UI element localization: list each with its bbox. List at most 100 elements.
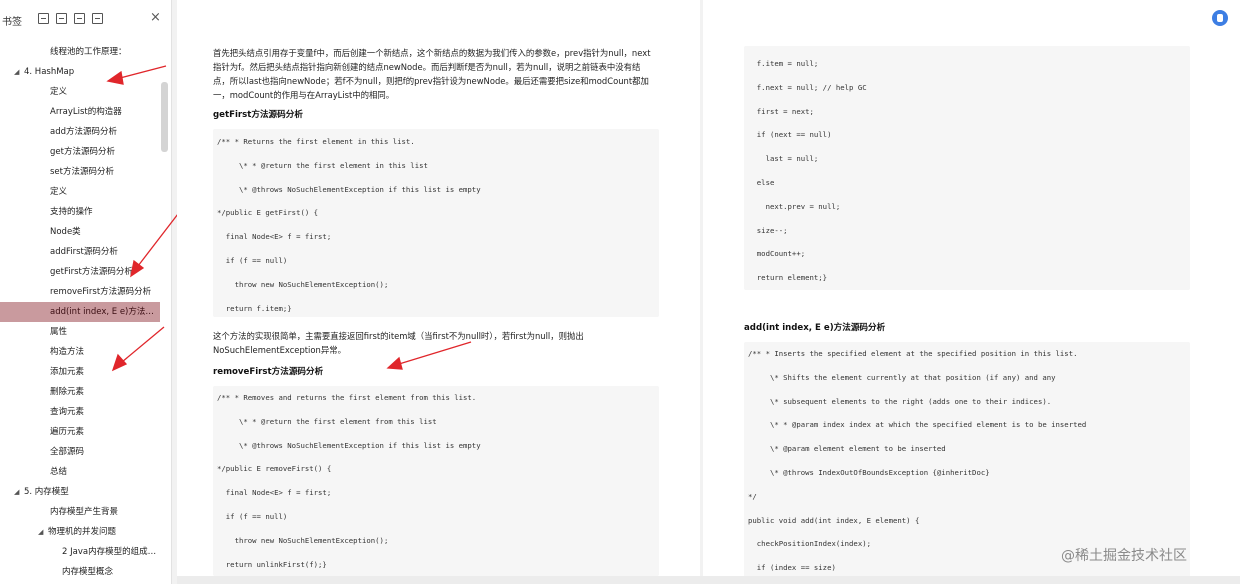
sidebar-scrollbar[interactable] [160, 42, 169, 582]
code-line: \* @param element element to be inserted [748, 444, 946, 454]
sidebar-scrollbar-thumb[interactable] [161, 82, 168, 152]
sidebar-item[interactable]: 添加元素 [0, 362, 160, 382]
sidebar-item[interactable]: 内存模型产生背景 [0, 502, 160, 522]
sidebar-item-label: getFirst方法源码分析 [50, 267, 133, 277]
code-line: size--; [748, 225, 788, 235]
text-line: NoSuchElementException异常。 [213, 345, 346, 355]
sidebar-item-label: 总结 [50, 467, 68, 477]
sidebar-item-label: 遍历元素 [50, 427, 85, 437]
sidebar-item-label: 5. 内存模型 [24, 487, 69, 497]
code-line: last = null; [748, 154, 819, 164]
code-line: f.next = null; // help GC [748, 82, 867, 92]
code-line: \* Shifts the element currently at that … [748, 372, 1056, 382]
sidebar-item-label: 属性 [50, 327, 68, 337]
sidebar-item-label: add(int index, E e)方法源码分析 [50, 307, 160, 317]
sidebar-item-label: 物理机的并发问题 [48, 527, 117, 537]
text-line: 点，所以last也指向newNode；若f不为null，则把f的prev指针设为… [213, 76, 649, 86]
text-line: 一，modCount的作用与在ArrayList中的相同。 [213, 90, 395, 100]
sidebar-item-label: get方法源码分析 [50, 147, 115, 157]
code-line: \* @throws IndexOutOfBoundsException {@i… [748, 468, 990, 477]
expand-toggle-icon[interactable]: ◢ [38, 522, 48, 542]
code-line: \* * @return the first element from this… [217, 416, 437, 426]
sidebar-item[interactable]: get方法源码分析 [0, 142, 160, 162]
close-icon[interactable]: × [150, 10, 161, 26]
sidebar-item[interactable]: ◢ 物理机的并发问题 [0, 522, 160, 542]
text-line: 首先把头结点引用存于变量f中，而后创建一个新结点，这个新结点的数据为我们传入的参… [213, 48, 651, 58]
code-line: throw new NoSuchElementException(); [217, 535, 389, 545]
code-line: first = next; [748, 106, 814, 116]
add-bookmark-icon[interactable] [74, 13, 85, 24]
sidebar-title: 书签 [2, 17, 22, 28]
sidebar-item[interactable]: ◢ 4. HashMap [0, 62, 160, 82]
sidebar-item[interactable]: removeFirst方法源码分析 [0, 282, 160, 302]
sidebar-item-label: 全部源码 [50, 447, 85, 457]
text-line: 指针为f。然后把头结点指针指向新创建的结点newNode。而后判断f是否为nul… [213, 62, 641, 72]
code-line: /** * Inserts the specified element at t… [748, 349, 1078, 358]
code-line: next.prev = null; [748, 201, 841, 211]
code-line: else [748, 178, 775, 187]
expand-toggle-icon[interactable]: ◢ [14, 62, 24, 82]
sidebar-item-label: set方法源码分析 [50, 167, 114, 177]
expand-all-icon[interactable] [38, 13, 49, 24]
sidebar-item-label: 线程池的工作原理： [50, 47, 127, 57]
code-line: final Node<E> f = first; [217, 488, 332, 498]
sidebar-item[interactable]: 线程池的工作原理： [0, 42, 160, 62]
sidebar-item-label: 定义 [50, 187, 68, 197]
sidebar-item[interactable]: 构造方法 [0, 342, 160, 362]
collapse-all-icon[interactable] [56, 13, 67, 24]
sidebar-item-label: 内存模型概念 [62, 567, 114, 577]
code-line: /** * Returns the first element in this … [217, 137, 415, 146]
sidebar-item[interactable]: 删除元素 [0, 382, 160, 402]
heading-removefirst: removeFirst方法源码分析 [213, 367, 324, 377]
sidebar-item-label: 4. HashMap [24, 67, 75, 77]
sidebar-item[interactable]: add(int index, E e)方法源码分析 [0, 302, 160, 322]
sidebar-item[interactable]: 定义 [0, 82, 160, 102]
code-line: \* @throws NoSuchElementException if thi… [217, 184, 481, 194]
sidebar-item-label: addFirst源码分析 [50, 247, 118, 257]
sidebar-item-label: 支持的操作 [50, 207, 93, 217]
document-page-right: f.item = null; f.next = null; // help GC… [703, 0, 1240, 584]
sidebar-item[interactable]: 支持的操作 [0, 202, 160, 222]
sidebar-item[interactable]: add方法源码分析 [0, 122, 160, 142]
heading-getfirst: getFirst方法源码分析 [213, 110, 303, 120]
sidebar-item-label: 查询元素 [50, 407, 85, 417]
paragraph-getfirst-explanation: 这个方法的实现很简单，主需要直接返回first的item域（当first不为nu… [213, 329, 683, 357]
sidebar-item[interactable]: 定义 [0, 182, 160, 202]
code-line: public void add(int index, E element) { [748, 515, 920, 525]
sidebar-item[interactable]: 总结 [0, 462, 160, 482]
sidebar-item[interactable]: 内存模型概念 [0, 562, 160, 582]
sidebar-item[interactable]: Node类 [0, 222, 160, 242]
watermark: @稀土掘金技术社区 [1061, 548, 1187, 564]
sidebar-item[interactable]: 遍历元素 [0, 422, 160, 442]
bookmark-options-icon[interactable] [92, 13, 103, 24]
code-line: \* * @return the first element in this l… [217, 160, 428, 170]
sidebar-item[interactable]: ◢ 5. 内存模型 [0, 482, 160, 502]
sidebar-item[interactable]: 属性 [0, 322, 160, 342]
code-line: if (f == null) [217, 256, 288, 265]
sidebar-item-label: 删除元素 [50, 387, 85, 397]
code-line: checkPositionIndex(index); [748, 539, 872, 549]
code-line: f.item = null; [748, 59, 819, 68]
sidebar-item-label: 2 Java内存模型的组成分析 [62, 547, 160, 557]
code-line: return unlinkFirst(f);} [217, 559, 327, 569]
sidebar-item[interactable]: 2 Java内存模型的组成分析 [0, 542, 160, 562]
sidebar-item[interactable]: getFirst方法源码分析 [0, 262, 160, 282]
sidebar-item[interactable]: 全部源码 [0, 442, 160, 462]
user-avatar-icon[interactable] [1212, 10, 1228, 26]
code-block-removefirst: /** * Removes and returns the first elem… [213, 386, 659, 576]
sidebar-item-label: 内存模型产生背景 [50, 507, 119, 517]
code-line: modCount++; [748, 249, 806, 259]
code-line: return f.item;} [217, 303, 292, 313]
code-block-add-index: /** * Inserts the specified element at t… [744, 342, 1190, 578]
horizontal-scrollbar[interactable] [177, 576, 1240, 584]
sidebar-item[interactable]: ArrayList的构造器 [0, 102, 160, 122]
text-line: 这个方法的实现很简单，主需要直接返回first的item域（当first不为nu… [213, 331, 584, 341]
expand-toggle-icon[interactable]: ◢ [14, 482, 24, 502]
sidebar-item[interactable]: set方法源码分析 [0, 162, 160, 182]
sidebar-item[interactable]: 查询元素 [0, 402, 160, 422]
paragraph-addfirst-explanation: 首先把头结点引用存于变量f中，而后创建一个新结点，这个新结点的数据为我们传入的参… [213, 46, 693, 102]
sidebar-item[interactable]: addFirst源码分析 [0, 242, 160, 262]
bookmarks-sidebar: 书签 × 线程池的工作原理： ◢ 4. HashMap 定义 ArrayList的构造器… [0, 0, 172, 584]
code-line: if (next == null) [748, 130, 832, 140]
code-line: if (index == size) [748, 563, 836, 573]
